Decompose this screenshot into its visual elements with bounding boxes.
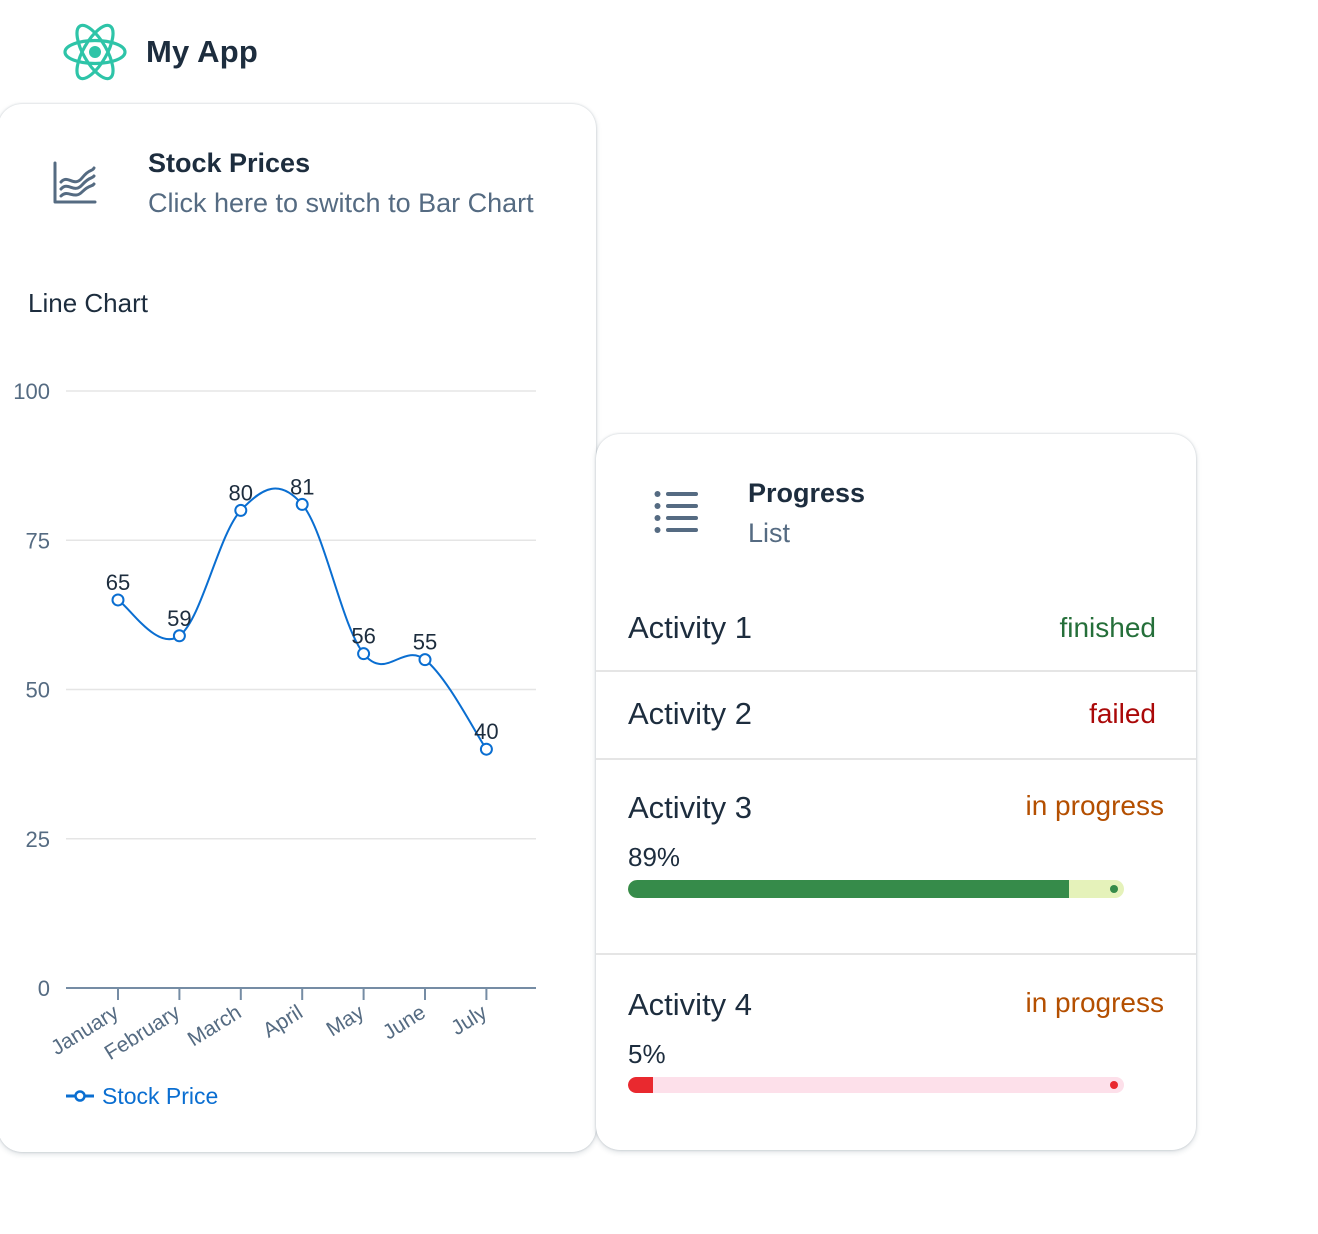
list-item-activity-2[interactable]: Activity 2 failed (596, 672, 1196, 760)
progress-list: Activity 1 finished Activity 2 failed Ac… (596, 584, 1196, 1145)
data-label: 80 (229, 480, 253, 505)
x-tick-label: March (184, 1001, 246, 1051)
x-tick-label: April (259, 1001, 307, 1043)
y-tick-label: 75 (26, 528, 50, 553)
progress-bar-fill (628, 1077, 653, 1093)
activity-status: finished (1059, 612, 1156, 643)
data-label: 56 (351, 624, 375, 649)
activity-status: in progress (1025, 790, 1164, 821)
progress-end-dot (1110, 885, 1118, 893)
progress-card-title: Progress (748, 478, 866, 508)
activity-title: Activity 3 (628, 790, 753, 825)
progress-card: Progress List Activity 1 finished Activi… (596, 434, 1196, 1150)
legend-marker-point (74, 1090, 86, 1102)
data-point (295, 497, 309, 511)
app-header: My App (62, 22, 258, 82)
list-item-activity-3[interactable]: Activity 3 in progress 89% (596, 760, 1196, 955)
data-label: 40 (474, 719, 498, 744)
progress-end-dot (1110, 1081, 1118, 1089)
y-tick-label: 50 (26, 678, 50, 703)
progress-indicator (628, 1077, 1124, 1093)
data-label: 59 (167, 606, 191, 631)
stock-prices-card: Stock Prices Click here to switch to Bar… (0, 104, 596, 1152)
progress-card-subtitle: List (748, 518, 791, 548)
progress-percent-label: 89% (628, 842, 681, 872)
list-item-activity-1[interactable]: Activity 1 finished (596, 584, 1196, 672)
activity-title: Activity 2 (628, 696, 753, 731)
data-label: 55 (413, 630, 437, 655)
data-point (418, 653, 432, 667)
activity-status: in progress (1025, 987, 1164, 1018)
x-tick-label: May (322, 1000, 368, 1041)
list-icon (654, 490, 700, 541)
progress-percent-label: 5% (628, 1039, 666, 1069)
data-label: 65 (106, 570, 130, 595)
x-tick-label: June (379, 1001, 430, 1045)
y-tick-label: 100 (13, 379, 50, 404)
data-point (357, 647, 371, 661)
x-tick-label: July (447, 1000, 491, 1040)
progress-bar-fill (628, 880, 1070, 898)
data-point (172, 629, 186, 643)
data-point (234, 503, 248, 517)
data-point (111, 593, 125, 607)
react-atom-icon (62, 22, 128, 82)
activity-status: failed (1089, 698, 1156, 729)
data-label: 81 (290, 474, 314, 499)
app-title: My App (146, 34, 258, 69)
progress-card-header[interactable]: Progress List (596, 434, 1196, 574)
activity-title: Activity 4 (628, 987, 753, 1022)
y-tick-label: 25 (26, 827, 50, 852)
y-tick-label: 0 (38, 976, 50, 1001)
legend-label: Stock Price (102, 1083, 218, 1109)
activity-title: Activity 1 (628, 610, 753, 645)
list-item-activity-4[interactable]: Activity 4 in progress 5% (596, 955, 1196, 1145)
line-chart: 0255075100JanuaryFebruary March April May Ju… (13, 379, 536, 1109)
progress-indicator (628, 880, 1124, 898)
data-point (479, 742, 493, 756)
